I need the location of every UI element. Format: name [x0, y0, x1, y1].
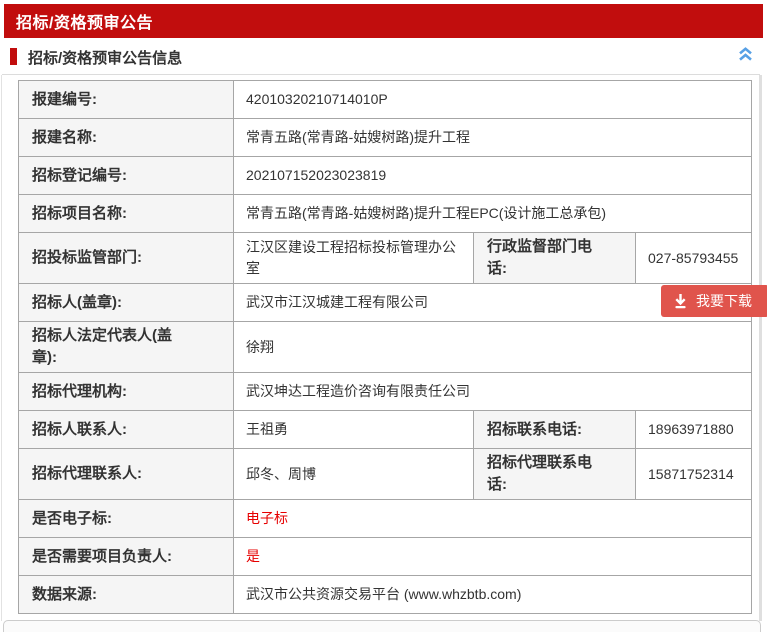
field-label: 招标登记编号:: [19, 157, 234, 195]
table-row: 招标人(盖章): 武汉市江汉城建工程有限公司: [19, 284, 752, 322]
field-label: 行政监督部门电话:: [474, 233, 636, 284]
field-value: 江汉区建设工程招标投标管理办公室: [234, 233, 474, 284]
field-value: 武汉市公共资源交易平台 (www.whzbtb.com): [234, 576, 752, 614]
field-label: 招标人联系人:: [19, 411, 234, 449]
field-value-highlight: 是: [234, 538, 752, 576]
table-row: 招标人法定代表人(盖章): 徐翔: [19, 322, 752, 373]
table-row: 报建名称: 常青五路(常青路-姑嫂树路)提升工程: [19, 119, 752, 157]
field-label: 招投标监管部门:: [19, 233, 234, 284]
panel-border-right: [759, 42, 762, 621]
field-value: 常青五路(常青路-姑嫂树路)提升工程EPC(设计施工总承包): [234, 195, 752, 233]
section-title: 招标/资格预审公告信息: [28, 47, 182, 68]
field-value: 18963971880: [636, 411, 752, 449]
table-row: 招标登记编号: 202107152023023819: [19, 157, 752, 195]
chevron-double-up-icon: [737, 46, 754, 67]
field-value: 邱冬、周博: [234, 449, 474, 500]
field-label: 是否电子标:: [19, 500, 234, 538]
field-label: 是否需要项目负责人:: [19, 538, 234, 576]
table-row: 是否电子标: 电子标: [19, 500, 752, 538]
field-label: 报建名称:: [19, 119, 234, 157]
table-row: 是否需要项目负责人: 是: [19, 538, 752, 576]
field-label: 数据来源:: [19, 576, 234, 614]
field-label: 招标代理联系人:: [19, 449, 234, 500]
field-label: 招标人(盖章):: [19, 284, 234, 322]
announcement-info-table: 报建编号: 42010320210714010P 报建名称: 常青五路(常青路-…: [18, 80, 752, 614]
download-button-label: 我要下载: [696, 291, 752, 311]
field-value: 武汉坤达工程造价咨询有限责任公司: [234, 373, 752, 411]
section-header: 招标/资格预审公告信息: [0, 38, 763, 75]
field-value: 王祖勇: [234, 411, 474, 449]
field-value: 徐翔: [234, 322, 752, 373]
field-value: 202107152023023819: [234, 157, 752, 195]
field-value: 42010320210714010P: [234, 81, 752, 119]
field-label: 招标联系电话:: [474, 411, 636, 449]
field-label: 招标代理联系电话:: [474, 449, 636, 500]
announcement-banner: 招标/资格预审公告: [4, 4, 763, 38]
section-divider: [2, 74, 760, 75]
field-label: 招标人法定代表人(盖章):: [19, 322, 234, 373]
table-row: 招标人联系人: 王祖勇 招标联系电话: 18963971880: [19, 411, 752, 449]
download-button[interactable]: 我要下载: [661, 285, 767, 317]
panel-border-left: [1, 40, 2, 621]
table-row: 报建编号: 42010320210714010P: [19, 81, 752, 119]
field-value: 027-85793455: [636, 233, 752, 284]
field-label: 招标代理机构:: [19, 373, 234, 411]
table-row: 招投标监管部门: 江汉区建设工程招标投标管理办公室 行政监督部门电话: 027-…: [19, 233, 752, 284]
field-label: 招标项目名称:: [19, 195, 234, 233]
red-accent-bar: [10, 48, 17, 65]
field-value-highlight: 电子标: [234, 500, 752, 538]
table-row: 数据来源: 武汉市公共资源交易平台 (www.whzbtb.com): [19, 576, 752, 614]
table-row: 招标代理机构: 武汉坤达工程造价咨询有限责任公司: [19, 373, 752, 411]
next-section-divider: [3, 620, 761, 632]
page-title: 招标/资格预审公告: [4, 9, 153, 33]
field-label: 报建编号:: [19, 81, 234, 119]
download-icon: [673, 293, 688, 309]
field-value: 常青五路(常青路-姑嫂树路)提升工程: [234, 119, 752, 157]
table-row: 招标代理联系人: 邱冬、周博 招标代理联系电话: 15871752314: [19, 449, 752, 500]
table-row: 招标项目名称: 常青五路(常青路-姑嫂树路)提升工程EPC(设计施工总承包): [19, 195, 752, 233]
field-value: 15871752314: [636, 449, 752, 500]
collapse-section-button[interactable]: [735, 46, 755, 66]
